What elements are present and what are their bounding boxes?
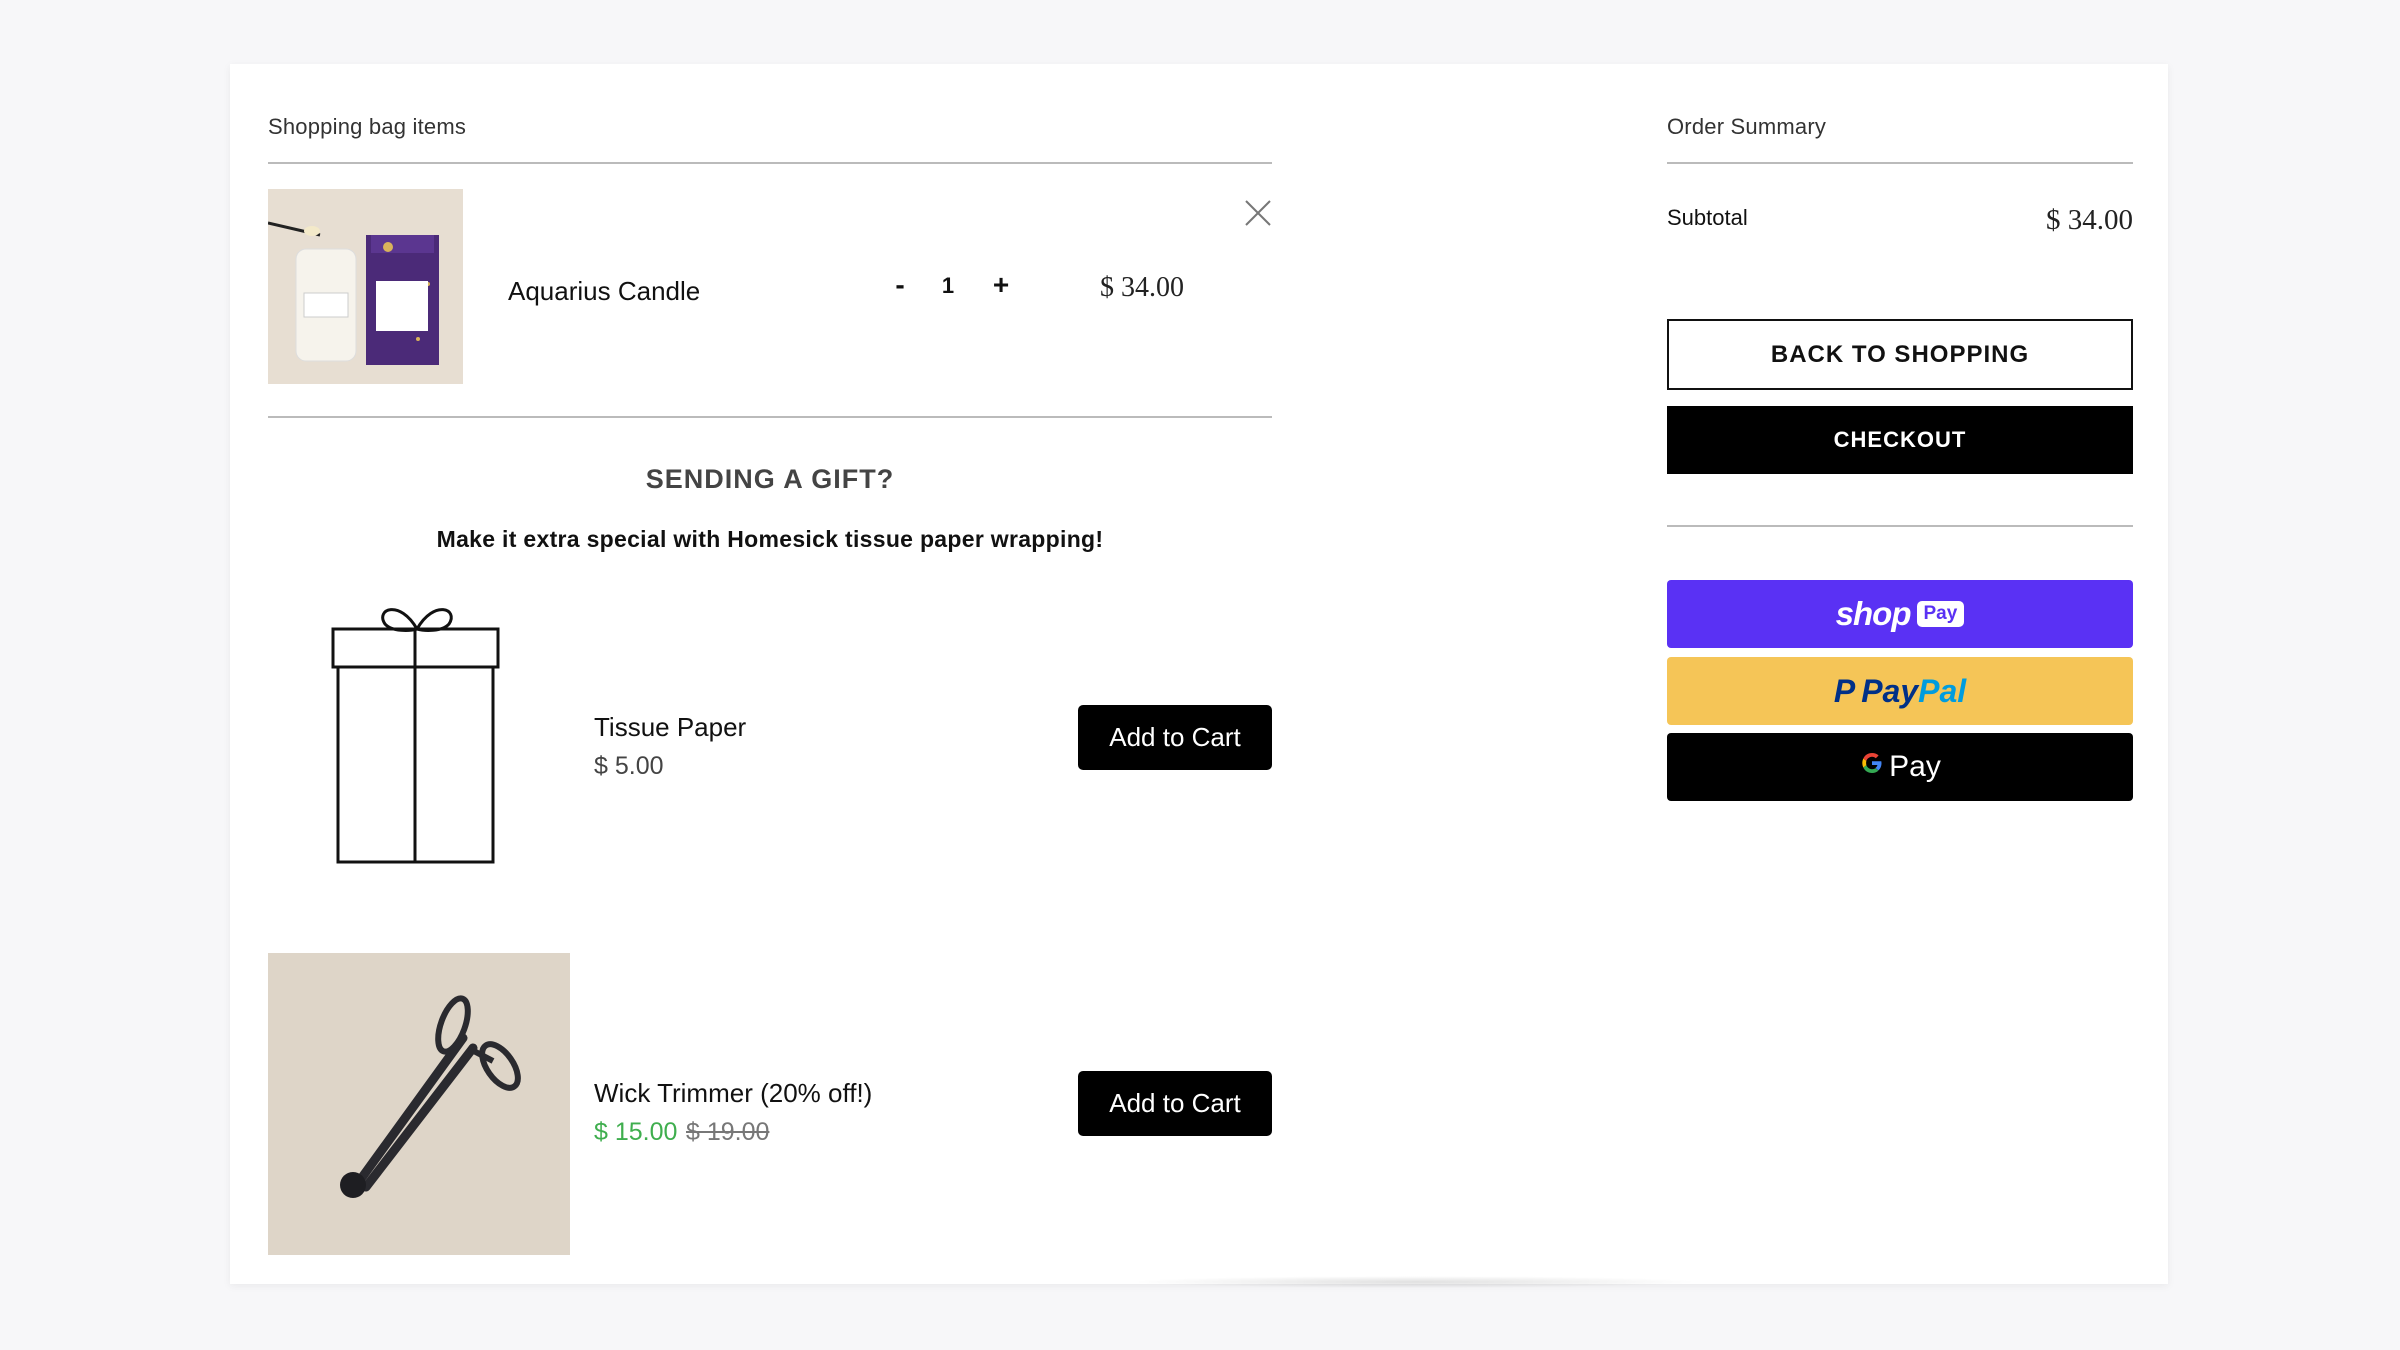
- paypal-wordmark-pay: Pay: [1861, 672, 1919, 709]
- quantity-decrease-button[interactable]: -: [885, 269, 915, 301]
- quantity-increase-button[interactable]: +: [986, 269, 1016, 301]
- shop-pay-pill: Pay: [1916, 601, 1965, 627]
- cart-page: Shopping bag items Aquarius Candle - 1 +…: [230, 64, 2168, 1288]
- back-to-shopping-button[interactable]: BACK TO SHOPPING: [1667, 319, 2133, 390]
- upsell-name: Wick Trimmer (20% off!): [594, 1078, 873, 1108]
- wick-trimmer-image: [268, 953, 570, 1255]
- quantity-value: 1: [941, 273, 955, 298]
- paypal-button[interactable]: P Pay Pal: [1667, 657, 2133, 725]
- upsell-price: $ 5.00: [594, 752, 664, 780]
- upsell-original-price: $ 19.00: [686, 1118, 770, 1146]
- paypal-wordmark-pal: Pal: [1918, 672, 1967, 709]
- cart-item-price: $ 34.00: [1100, 272, 1184, 303]
- add-to-cart-button[interactable]: Add to Cart: [1078, 1071, 1272, 1136]
- divider: [268, 416, 1272, 418]
- subtotal-label: Subtotal: [1667, 205, 1748, 230]
- checkout-button[interactable]: CHECKOUT: [1667, 406, 2133, 474]
- divider: [1667, 162, 2133, 164]
- candle-product-image: [268, 189, 463, 384]
- upsell-name: Tissue Paper: [594, 712, 747, 742]
- subtotal-value: $ 34.00: [2046, 204, 2133, 236]
- close-icon[interactable]: [1242, 197, 1274, 229]
- add-to-cart-button[interactable]: Add to Cart: [1078, 705, 1272, 770]
- paypal-icon: P: [1833, 672, 1856, 709]
- shopping-bag-title: Shopping bag items: [268, 114, 467, 139]
- gift-heading: SENDING A GIFT?: [645, 464, 895, 494]
- gift-box-icon: [330, 599, 505, 869]
- google-pay-wordmark: Pay: [1889, 750, 1941, 783]
- google-g-icon: [1859, 750, 1885, 784]
- order-summary-title: Order Summary: [1667, 114, 1827, 139]
- cart-item-name[interactable]: Aquarius Candle: [508, 276, 700, 307]
- divider: [268, 162, 1272, 164]
- google-pay-button[interactable]: Pay: [1667, 733, 2133, 801]
- gift-subheading: Make it extra special with Homesick tiss…: [436, 526, 1104, 552]
- divider: [1667, 525, 2133, 527]
- upsell-sale-price: $ 15.00: [594, 1118, 678, 1146]
- shop-pay-wordmark: shop: [1835, 595, 1912, 632]
- scroll-shadow: [1130, 1276, 1700, 1288]
- shop-pay-button[interactable]: shop Pay: [1667, 580, 2133, 648]
